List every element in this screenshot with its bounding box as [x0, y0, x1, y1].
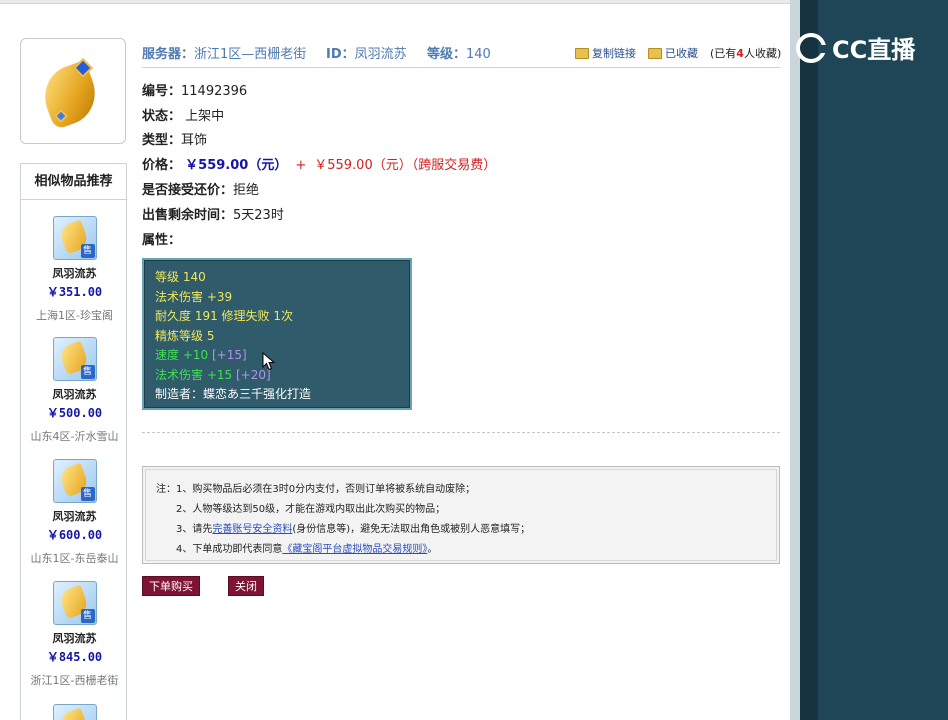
right-background [790, 0, 948, 720]
similar-item[interactable] [21, 704, 128, 720]
item-type: 类型：耳饰 [142, 133, 208, 148]
level-info: 等级：140 [427, 47, 491, 62]
cc-logo-text: CC直播 [832, 36, 916, 64]
cc-logo-icon [796, 32, 828, 63]
item-thumbnail[interactable]: 售 [52, 216, 97, 260]
divider [142, 432, 780, 433]
favorite-count: (已有4人收藏) [710, 47, 782, 60]
item-thumbnail[interactable]: 售 [52, 459, 97, 503]
buy-button[interactable]: 下单购买 [142, 576, 200, 596]
close-button[interactable]: 关闭 [228, 576, 264, 596]
similar-item-price: ￥845.00 [46, 650, 103, 664]
favorited-button[interactable]: 已收藏 [648, 45, 698, 61]
sell-badge: 售 [80, 244, 95, 258]
attr-durability: 耐久度 191 修理失败 1次 [155, 309, 293, 323]
cc-live-logo: CC直播 [796, 30, 915, 65]
sidebar-title: 相似物品推荐 [21, 164, 126, 200]
item-thumbnail[interactable] [52, 704, 97, 720]
item-image [20, 38, 126, 144]
earring-icon [57, 707, 90, 720]
attr-magic-damage-bonus: 法术伤害 +15 [+20] [155, 367, 271, 382]
similar-item-price: ￥351.00 [46, 285, 103, 299]
item-attributes-label: 属性： [142, 233, 182, 248]
similar-items-sidebar: 相似物品推荐 售 凤羽流苏 ￥351.00 上海1区-珍宝阁 售 凤羽流苏 ￥5… [20, 163, 127, 720]
right-edge [790, 0, 800, 720]
item-price: 价格： ￥559.00（元） + ￥559.00（元）（跨服交易费） [142, 158, 497, 173]
mouse-cursor-icon [262, 352, 276, 371]
top-border [0, 0, 790, 4]
similar-item-name[interactable]: 凤羽流苏 [21, 265, 128, 281]
page-frame: 相似物品推荐 售 凤羽流苏 ￥351.00 上海1区-珍宝阁 售 凤羽流苏 ￥5… [0, 0, 790, 720]
attributes-box: 等级 140 法术伤害 +39 耐久度 191 修理失败 1次 精炼等级 5 速… [142, 258, 412, 410]
earring-icon [35, 53, 108, 131]
item-remaining-time: 出售剩余时间：5天23时 [142, 208, 284, 223]
attr-speed: 速度 +10 [+15] [155, 348, 247, 362]
similar-item[interactable]: 售 凤羽流苏 ￥600.00 山东1区-东岳泰山 [21, 459, 128, 566]
server-info: 服务器：浙江1区—西栅老街 [142, 47, 307, 62]
attr-level: 等级 140 [155, 270, 206, 284]
item-thumbnail[interactable]: 售 [52, 337, 97, 381]
right-column [818, 0, 948, 720]
note-line-1: 注：1、购买物品后必须在3时0分内支付，否则订单将被系统自动废除； [156, 484, 476, 495]
similar-item-server: 浙江1区-西栅老街 [30, 674, 119, 687]
item-header: 服务器：浙江1区—西栅老街 ID：凤羽流苏 等级：140 复制链接 已收藏 (已… [142, 40, 782, 68]
security-info-link[interactable]: 完善账号安全资料 [212, 524, 292, 535]
copy-link-button[interactable]: 复制链接 [575, 45, 636, 61]
item-thumbnail[interactable]: 售 [52, 581, 97, 625]
item-bargain: 是否接受还价：拒绝 [142, 183, 260, 198]
similar-item-name[interactable]: 凤羽流苏 [21, 386, 128, 402]
note-line-4: 4、下单成功即代表同意《藏宝阁平台虚拟物品交易规则》。 [176, 544, 438, 555]
similar-item[interactable]: 售 凤羽流苏 ￥500.00 山东4区-沂水雪山 [21, 337, 128, 444]
sell-badge: 售 [80, 609, 95, 623]
item-number: 编号：11492396 [142, 84, 248, 99]
similar-item-name[interactable]: 凤羽流苏 [21, 630, 128, 646]
similar-item[interactable]: 售 凤羽流苏 ￥351.00 上海1区-珍宝阁 [21, 216, 128, 323]
similar-item-price: ￥500.00 [46, 406, 103, 420]
similar-item-name[interactable]: 凤羽流苏 [21, 508, 128, 524]
folder-icon [575, 47, 589, 59]
similar-item-price: ￥600.00 [46, 528, 103, 542]
similar-item-server: 上海1区-珍宝阁 [36, 309, 113, 322]
similar-item-server: 山东1区-东岳泰山 [30, 552, 119, 565]
note-line-3: 3、请先完善账号安全资料(身份信息等)，避免无法取出角色或被别人恶意填写； [176, 524, 531, 535]
sell-badge: 售 [80, 365, 95, 379]
trade-rules-link[interactable]: 《藏宝阁平台虚拟物品交易规则》 [282, 544, 427, 555]
sell-badge: 售 [80, 487, 95, 501]
note-line-2: 2、人物等级达到50级，才能在游戏内取出此次购买的物品； [176, 504, 446, 515]
item-status: 状态： 上架中 [142, 109, 225, 124]
purchase-notes: 注：1、购买物品后必须在3时0分内支付，否则订单将被系统自动废除； 2、人物等级… [142, 466, 780, 564]
id-info: ID：凤羽流苏 [326, 47, 407, 62]
attr-maker: 制造者：蝶恋あ三千强化打造 [155, 387, 312, 401]
folder-icon [648, 47, 662, 59]
similar-item[interactable]: 售 凤羽流苏 ￥845.00 浙江1区-西栅老街 [21, 581, 128, 688]
similar-item-server: 山东4区-沂水雪山 [30, 430, 119, 443]
right-gap [800, 0, 818, 720]
attr-refine-level: 精炼等级 5 [155, 328, 215, 343]
attr-magic-damage: 法术伤害 +39 [155, 289, 233, 304]
